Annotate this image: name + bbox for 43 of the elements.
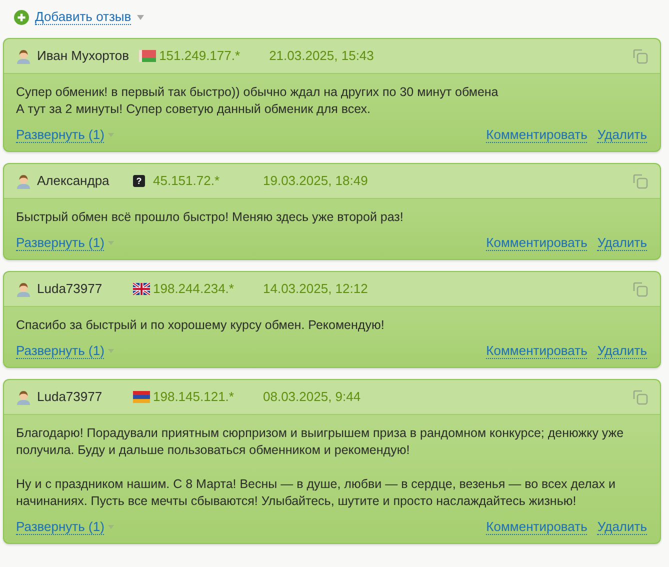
author-name: Luda73977 [37,280,104,298]
copy-icon[interactable] [633,48,648,64]
delete-link[interactable]: Удалить [597,127,647,143]
ip-address: 45.151.72.* [153,172,221,190]
expand-link[interactable]: Развернуть (1) [16,127,104,143]
user-avatar-icon [16,174,31,188]
flag-icon [133,283,150,295]
user-avatar-icon [16,48,31,64]
flag-icon [139,50,156,62]
expand-link[interactable]: Развернуть (1) [16,519,104,535]
flag-icon [133,391,150,403]
plus-circle-icon [14,10,29,24]
author-name: Luda73977 [37,388,104,406]
ip-address: 151.249.177.* [159,47,242,66]
author-name: Иван Мухортов [37,47,130,66]
copy-icon[interactable] [633,282,648,296]
ip-address: 198.244.234.* [153,280,235,298]
author-name: Александра [37,172,110,190]
expand-link[interactable]: Развернуть (1) [16,343,104,359]
add-review-link[interactable]: Добавить отзыв [35,9,132,25]
review-date: 19.03.2025, 18:49 [263,172,368,190]
comment-link[interactable]: Комментировать [486,127,588,143]
review-text: Спасибо за быстрый и по хорошему курсу обмен. Рекомендую! [16,317,386,334]
copy-icon[interactable] [633,174,648,188]
user-avatar-icon [16,390,31,404]
review-text: Благодарю! Порадували приятным сюрпризом и выигрышем приза в рандомном конкурсе; денюжку уже получила. Буду и дальше пользоваться обменником и рекомендую! Ну и с праздником нашим. С 8 Марта! Весны — в душе, любви — в сердце, везенья — во всех делах и начинаниях. Пусть все мечты сбываются! Улыбайтесь, шутите и просто наслаждайтесь жизнью! [16,425,625,510]
review-date: 14.03.2025, 12:12 [263,280,368,298]
user-avatar-icon [16,282,31,296]
unknown-flag: ? [133,175,145,187]
delete-link[interactable]: Удалить [597,343,647,359]
copy-icon[interactable] [633,390,648,404]
delete-link[interactable]: Удалить [597,519,647,535]
comment-link[interactable]: Комментировать [486,235,588,251]
review-date: 21.03.2025, 15:43 [269,47,374,66]
delete-link[interactable]: Удалить [597,235,647,251]
review-text: Супер обменик! в первый так быстро)) обычно ждал на других по 30 минут обмена А тут за 2 минуты! Супер советую данный обменик для всех. [16,84,500,118]
review-date: 08.03.2025, 9:44 [263,388,361,406]
review-text: Быстрый обмен всё прошло быстро! Меняю здесь уже второй раз! [16,209,404,226]
comment-link[interactable]: Комментировать [486,343,588,359]
expand-link[interactable]: Развернуть (1) [16,235,104,251]
caret-icon [137,14,144,20]
ip-address: 198.145.121.* [153,388,235,406]
comment-link[interactable]: Комментировать [486,519,588,535]
